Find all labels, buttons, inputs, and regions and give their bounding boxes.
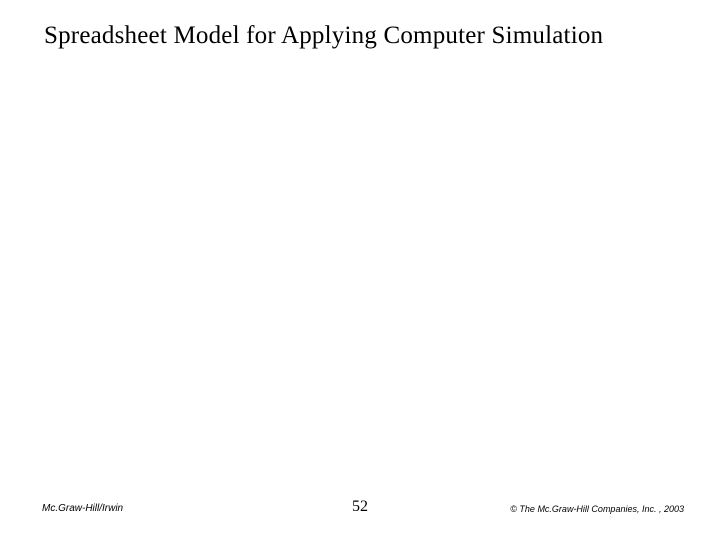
footer-copyright: © The Mc.Graw-Hill Companies, Inc. , 200… [510, 504, 684, 514]
slide-footer: Mc.Graw-Hill/Irwin 52 © The Mc.Graw-Hill… [0, 494, 720, 514]
slide-title: Spreadsheet Model for Applying Computer … [44, 22, 700, 50]
slide: Spreadsheet Model for Applying Computer … [0, 0, 720, 540]
